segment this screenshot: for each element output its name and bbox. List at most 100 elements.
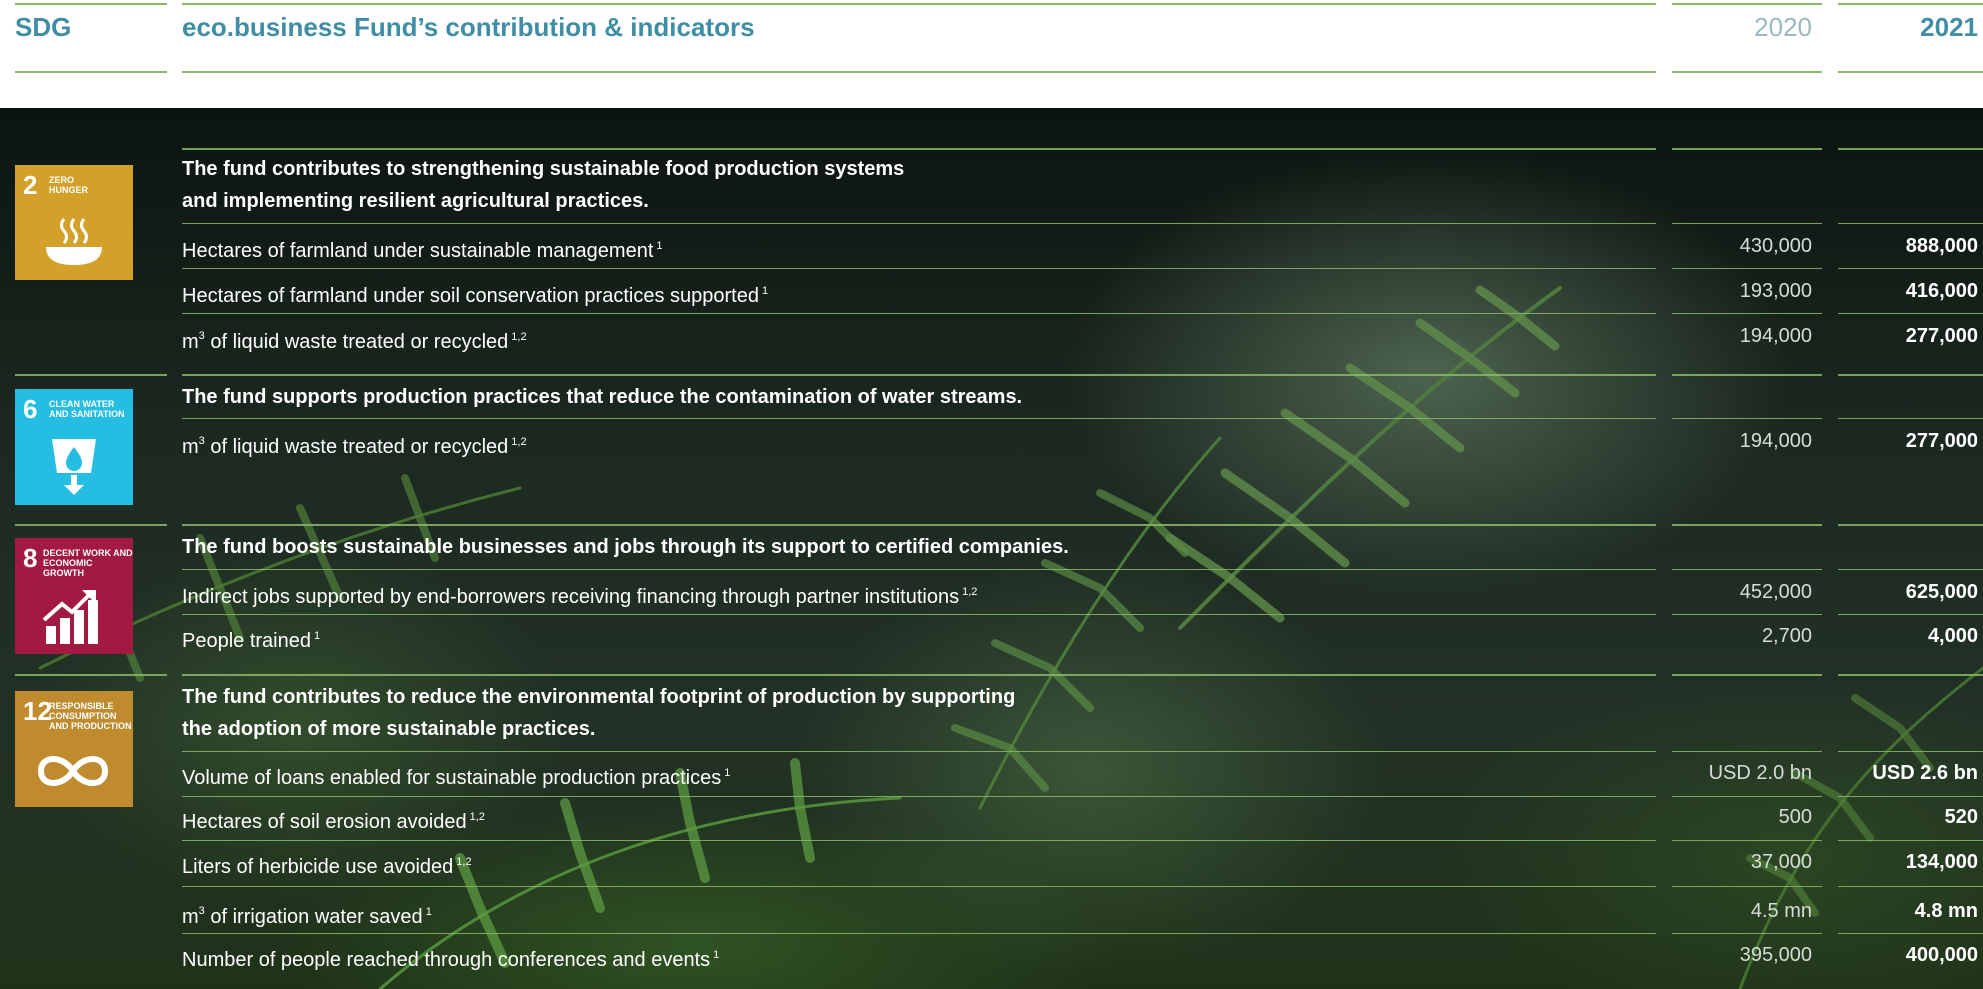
row-rule (182, 840, 1656, 841)
header-rule-bottom-sdg (15, 71, 167, 73)
sdg-6-tile: 6 CLEAN WATER AND SANITATION (15, 389, 133, 505)
page-title: eco.business Fund’s contribution & indic… (182, 12, 755, 42)
indicator-label: Liters of herbicide use avoided 1,2 (182, 856, 472, 878)
row-rule (1838, 886, 1983, 887)
header-rule-bottom-2021 (1838, 71, 1983, 73)
group-rule-sdg2-2020 (1672, 148, 1822, 150)
row-rule (182, 614, 1656, 615)
value-2021: 888,000 (1905, 235, 1978, 257)
row-rule (1838, 840, 1983, 841)
group-rule-sdg6-title (182, 374, 1656, 376)
value-2021: 400,000 (1905, 944, 1978, 966)
row-rule (182, 796, 1656, 797)
header-rule-top-sdg (15, 3, 167, 5)
row-rule (182, 313, 1656, 314)
value-2021: 625,000 (1905, 581, 1978, 603)
group-rule-sdg2-2021 (1838, 148, 1983, 150)
value-2020: 37,000 (1750, 851, 1812, 873)
value-2020: 2,700 (1761, 625, 1812, 647)
group-rule-sdg2-title (182, 148, 1656, 150)
growth-chart-icon (42, 590, 98, 644)
group-rule-sdg8-title (182, 524, 1656, 526)
row-rule (182, 418, 1656, 419)
row-rule (1672, 418, 1822, 419)
sdg-2-tile: 2 ZERO HUNGER (15, 165, 133, 280)
group-rule-sdg8-2021 (1838, 524, 1983, 526)
value-2020: 4.5 mn (1750, 900, 1812, 922)
group-rule-sdg12-title (182, 674, 1656, 676)
bowl-icon (46, 218, 102, 265)
row-rule (182, 268, 1656, 269)
row-rule (182, 933, 1656, 934)
value-2020: 452,000 (1739, 581, 1812, 603)
row-rule (1672, 614, 1822, 615)
sdg-12-tile: 12 RESPONSIBLE CONSUMPTION AND PRODUCTIO… (15, 691, 133, 807)
header-rule-top-2021 (1838, 3, 1983, 5)
row-rule (1838, 796, 1983, 797)
header-rule-top-title (182, 3, 1656, 5)
group-rule-sdg6-sdg (15, 374, 167, 376)
value-2021: 416,000 (1905, 280, 1978, 302)
indicator-label: Hectares of farmland under sustainable m… (182, 240, 663, 262)
row-rule (182, 886, 1656, 887)
indicator-label: Volume of loans enabled for sustainable … (182, 767, 731, 789)
value-2020: 193,000 (1739, 280, 1812, 302)
sdg-2-caption: ZERO HUNGER (49, 175, 89, 195)
sdg-2-statement: The fund contributes to strengthening su… (182, 158, 905, 212)
water-drop-icon (52, 439, 96, 495)
value-2020: 194,000 (1739, 325, 1812, 347)
row-rule (182, 569, 1656, 570)
row-rule (1672, 886, 1822, 887)
group-rule-sdg12-2020 (1672, 674, 1822, 676)
indicator-label: m3 of liquid waste treated or recycled 1,… (182, 330, 527, 353)
value-2021: 4,000 (1927, 625, 1978, 647)
group-rule-sdg8-2020 (1672, 524, 1822, 526)
value-2021: 134,000 (1905, 851, 1978, 873)
sdg-6-number: 6 (23, 394, 38, 424)
group-rule-sdg8-sdg (15, 524, 167, 526)
sdg-12-statement: The fund contributes to reduce the envir… (182, 686, 1016, 740)
group-rule-sdg6-2020 (1672, 374, 1822, 376)
sdg-6-statement: The fund supports production practices t… (182, 386, 1023, 408)
row-rule (1672, 223, 1822, 224)
value-2020: USD 2.0 bn (1708, 762, 1812, 784)
header-rule-bottom-title (182, 71, 1656, 73)
header-sdg-label: SDG (15, 12, 72, 42)
row-rule (1838, 268, 1983, 269)
group-rule-sdg6-2021 (1838, 374, 1983, 376)
value-2021: 277,000 (1905, 325, 1978, 347)
row-rule (182, 751, 1656, 752)
sdg-8-caption: DECENT WORK AND ECONOMIC GROWTH (43, 548, 133, 578)
row-rule (1838, 933, 1983, 934)
sdg-8-statement: The fund boosts sustainable businesses a… (182, 536, 1069, 558)
row-rule (182, 223, 1656, 224)
sdg-12-caption: RESPONSIBLE CONSUMPTION AND PRODUCTION (49, 701, 132, 731)
row-rule (1838, 614, 1983, 615)
row-rule (1838, 418, 1983, 419)
row-rule (1672, 751, 1822, 752)
row-rule (1672, 569, 1822, 570)
group-rule-sdg12-2021 (1838, 674, 1983, 676)
indicator-label: Indirect jobs supported by end-borrowers… (182, 586, 978, 608)
sdg-6-caption: CLEAN WATER AND SANITATION (49, 399, 125, 419)
indicator-label: Number of people reached through confere… (182, 949, 720, 971)
sdg-8-number: 8 (23, 543, 38, 573)
indicator-label: Hectares of farmland under soil conserva… (182, 285, 769, 307)
row-rule (1838, 751, 1983, 752)
value-2020: 395,000 (1739, 944, 1812, 966)
row-rule (1838, 569, 1983, 570)
value-2021: 520 (1944, 806, 1978, 828)
value-2021: 4.8 mn (1914, 900, 1978, 922)
header-year-2021: 2021 (1920, 12, 1978, 42)
sdg-2-number: 2 (23, 170, 38, 200)
header-rule-bottom-2020 (1672, 71, 1822, 73)
indicator-label: Hectares of soil erosion avoided 1,2 (182, 811, 485, 833)
row-rule (1672, 933, 1822, 934)
indicator-label: m3 of liquid waste treated or recycled 1,… (182, 435, 527, 458)
value-2020: 430,000 (1739, 235, 1812, 257)
value-2021: 277,000 (1905, 430, 1978, 452)
sdg-8-tile: 8 DECENT WORK AND ECONOMIC GROWTH (15, 538, 133, 654)
value-2020: 194,000 (1739, 430, 1812, 452)
header-year-2020: 2020 (1754, 12, 1812, 42)
row-rule (1672, 796, 1822, 797)
